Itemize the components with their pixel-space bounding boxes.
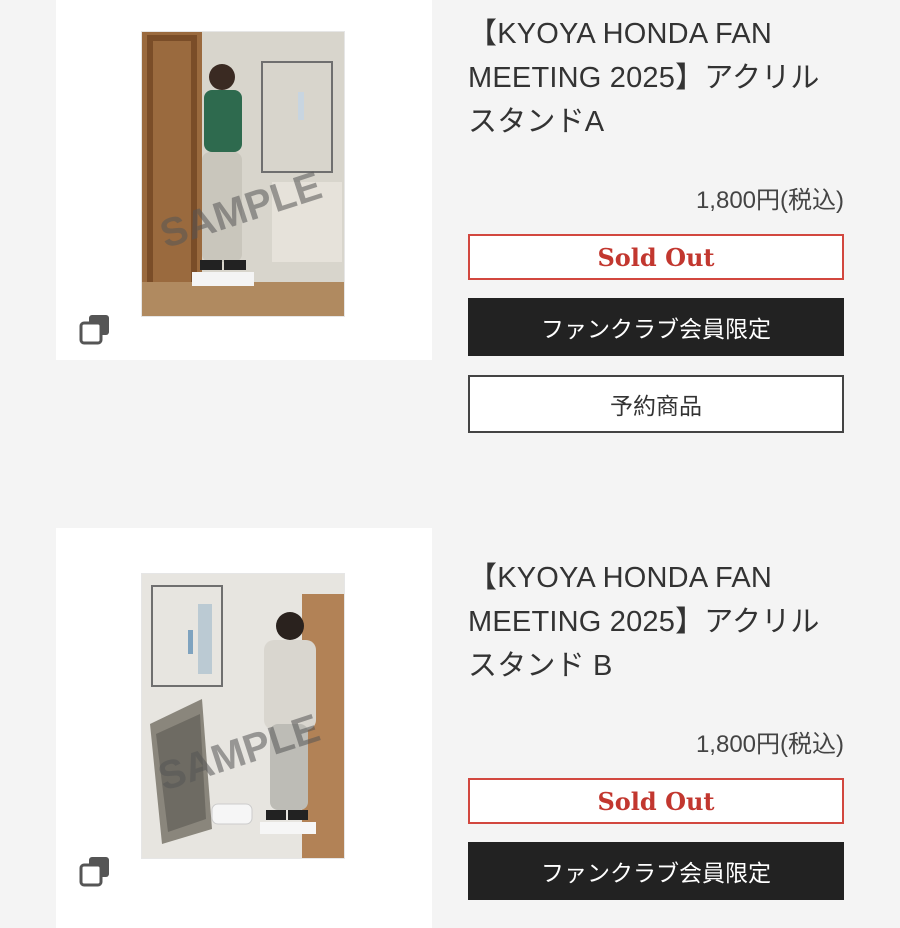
product-image-card[interactable]: SAMPLE xyxy=(56,528,432,928)
product-price: 1,800円(税込) xyxy=(695,731,844,758)
acrylic-stand-a-photo: SAMPLE xyxy=(142,32,344,316)
fanclub-member-only-button[interactable]: ファンクラブ会員限定 xyxy=(468,298,844,356)
product-image[interactable]: SAMPLE xyxy=(142,32,344,316)
acrylic-stand-b-photo: SAMPLE xyxy=(142,574,344,858)
gallery-stack-icon[interactable] xyxy=(78,854,112,888)
product-price: 1,800円(税込) xyxy=(695,187,844,214)
sold-out-badge: Sold Out xyxy=(468,234,844,280)
product-info: 【KYOYA HONDA FAN MEETING 2025】アクリル スタンドA… xyxy=(468,12,844,433)
title-line: 【KYOYA HONDA FAN xyxy=(468,562,773,594)
reservation-item-button[interactable]: 予約商品 xyxy=(468,375,844,433)
product-title[interactable]: 【KYOYA HONDA FAN MEETING 2025】アクリル スタンド … xyxy=(468,556,844,688)
title-line: MEETING 2025】アクリル xyxy=(468,606,820,638)
product-image-card[interactable]: SAMPLE xyxy=(56,0,432,360)
sold-out-badge: Sold Out xyxy=(468,778,844,824)
title-line: スタンド B xyxy=(468,650,613,682)
gallery-stack-icon[interactable] xyxy=(78,312,112,346)
product-info: 【KYOYA HONDA FAN MEETING 2025】アクリル スタンド … xyxy=(468,556,844,900)
product-image[interactable]: SAMPLE xyxy=(142,574,344,858)
title-line: MEETING 2025】アクリル xyxy=(468,62,820,94)
product-title[interactable]: 【KYOYA HONDA FAN MEETING 2025】アクリル スタンドA xyxy=(468,12,844,144)
fanclub-member-only-button[interactable]: ファンクラブ会員限定 xyxy=(468,842,844,900)
title-line: スタンドA xyxy=(468,106,605,138)
title-line: 【KYOYA HONDA FAN xyxy=(468,18,773,50)
